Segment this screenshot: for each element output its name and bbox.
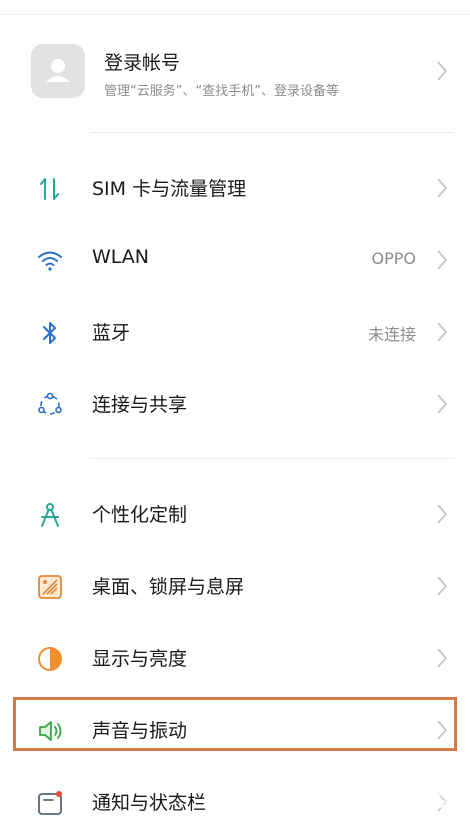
person-icon <box>46 59 70 82</box>
watermark-text: 手机鼠 <box>368 776 460 814</box>
connection-share-icon <box>38 392 62 415</box>
sim-data-icon <box>40 178 59 200</box>
chevron-right-icon <box>437 720 448 740</box>
settings-item-connection-share[interactable]: 连接与共享 <box>0 374 470 434</box>
account-row[interactable]: 登录帐号 管理“云服务”、“查找手机”、登录设备等 <box>0 30 470 112</box>
settings-item-sound[interactable]: 声音与振动 <box>0 700 470 760</box>
chevron-right-icon <box>437 250 448 270</box>
settings-item-label: 桌面、锁屏与息屏 <box>92 576 245 598</box>
brightness-icon <box>38 647 62 671</box>
chevron-right-icon <box>437 322 448 342</box>
settings-item-wallpaper[interactable]: 桌面、锁屏与息屏 <box>0 556 470 616</box>
settings-item-value: OPPO <box>371 249 416 268</box>
section-divider <box>90 458 454 459</box>
chevron-right-icon <box>437 504 448 524</box>
sound-icon <box>39 721 62 741</box>
chevron-right-icon <box>437 61 448 81</box>
top-separator <box>0 14 470 15</box>
chevron-right-icon <box>437 648 448 668</box>
settings-item-label: 蓝牙 <box>92 322 131 344</box>
avatar <box>31 44 85 98</box>
settings-item-label: 通知与状态栏 <box>92 792 207 814</box>
settings-item-label: WLAN <box>92 246 150 268</box>
settings-item-value: 未连接 <box>367 325 416 344</box>
settings-item-display[interactable]: 显示与亮度 <box>0 628 470 688</box>
chevron-right-icon <box>437 394 448 414</box>
settings-item-label: 显示与亮度 <box>92 648 188 670</box>
settings-item-wlan[interactable]: WLAN OPPO <box>0 230 470 290</box>
section-divider <box>90 132 454 133</box>
wifi-icon <box>38 251 62 271</box>
bluetooth-icon <box>43 322 56 344</box>
account-title: 登录帐号 <box>104 52 181 74</box>
settings-item-bluetooth[interactable]: 蓝牙 未连接 <box>0 302 470 362</box>
notification-icon <box>38 791 62 815</box>
wallpaper-icon <box>38 575 62 599</box>
watermark-subtext: SHOUJISHU.COM <box>368 815 447 824</box>
settings-item-label: 声音与振动 <box>92 720 188 742</box>
settings-item-personalization[interactable]: 个性化定制 <box>0 484 470 544</box>
settings-item-label: 个性化定制 <box>92 504 188 526</box>
account-subtitle: 管理“云服务”、“查找手机”、登录设备等 <box>104 84 339 99</box>
settings-item-label: SIM 卡与流量管理 <box>92 178 247 200</box>
settings-item-sim[interactable]: SIM 卡与流量管理 <box>0 158 470 218</box>
settings-item-label: 连接与共享 <box>92 394 188 416</box>
personalization-icon <box>41 503 59 527</box>
watermark-logo: 手机鼠 SHOUJISHU.COM <box>318 774 460 824</box>
chevron-right-icon <box>437 178 448 198</box>
chevron-right-icon <box>437 576 448 596</box>
